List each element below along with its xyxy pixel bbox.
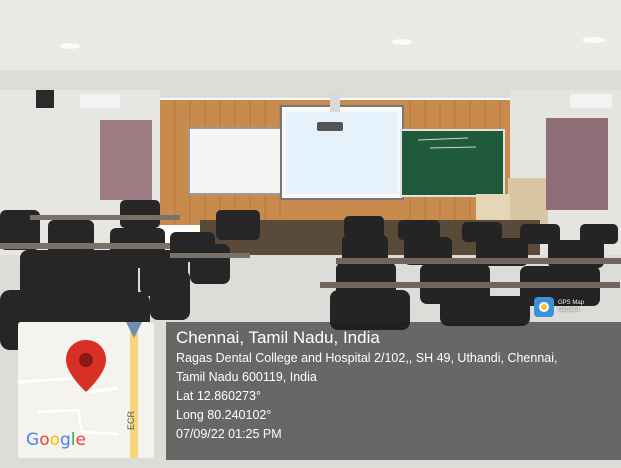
projector-mount — [330, 92, 340, 112]
photo-scene: GPS Map Camera ECR Google Chennai, Tamil… — [0, 0, 621, 468]
map-thumbnail: ECR Google — [18, 322, 154, 458]
road-label: ECR — [126, 410, 136, 430]
whiteboard — [188, 127, 283, 195]
ceiling-light — [60, 43, 80, 49]
left-window-curtain — [100, 120, 152, 200]
podium — [508, 178, 548, 226]
ceiling-light — [582, 37, 606, 43]
timestamp: 07/09/22 01:25 PM — [176, 427, 282, 441]
geotag-info: Chennai, Tamil Nadu, India Ragas Dental … — [176, 327, 558, 444]
ecr-road — [130, 322, 138, 458]
google-logo: Google — [26, 430, 86, 450]
air-conditioner — [80, 94, 120, 108]
longitude: Long 80.240102° — [176, 408, 272, 422]
ceiling — [0, 0, 621, 80]
location-city: Chennai, Tamil Nadu, India — [176, 328, 380, 347]
gps-map-camera-badge: GPS Map Camera — [534, 296, 618, 318]
latitude: Lat 12.860273° — [176, 389, 261, 403]
address-line-2: Tamil Nadu 600119, India — [176, 370, 317, 384]
air-conditioner — [570, 94, 612, 108]
projector — [317, 122, 343, 131]
camera-app-icon — [534, 297, 554, 317]
speaker — [36, 90, 54, 108]
chalkboard — [400, 129, 505, 197]
gps-app-name: GPS Map Camera — [558, 300, 585, 313]
address-line-1: Ragas Dental College and Hospital 2/102,… — [176, 351, 558, 365]
right-window-curtain — [546, 118, 608, 210]
ceiling-light — [392, 39, 412, 45]
podium-box — [476, 194, 510, 224]
